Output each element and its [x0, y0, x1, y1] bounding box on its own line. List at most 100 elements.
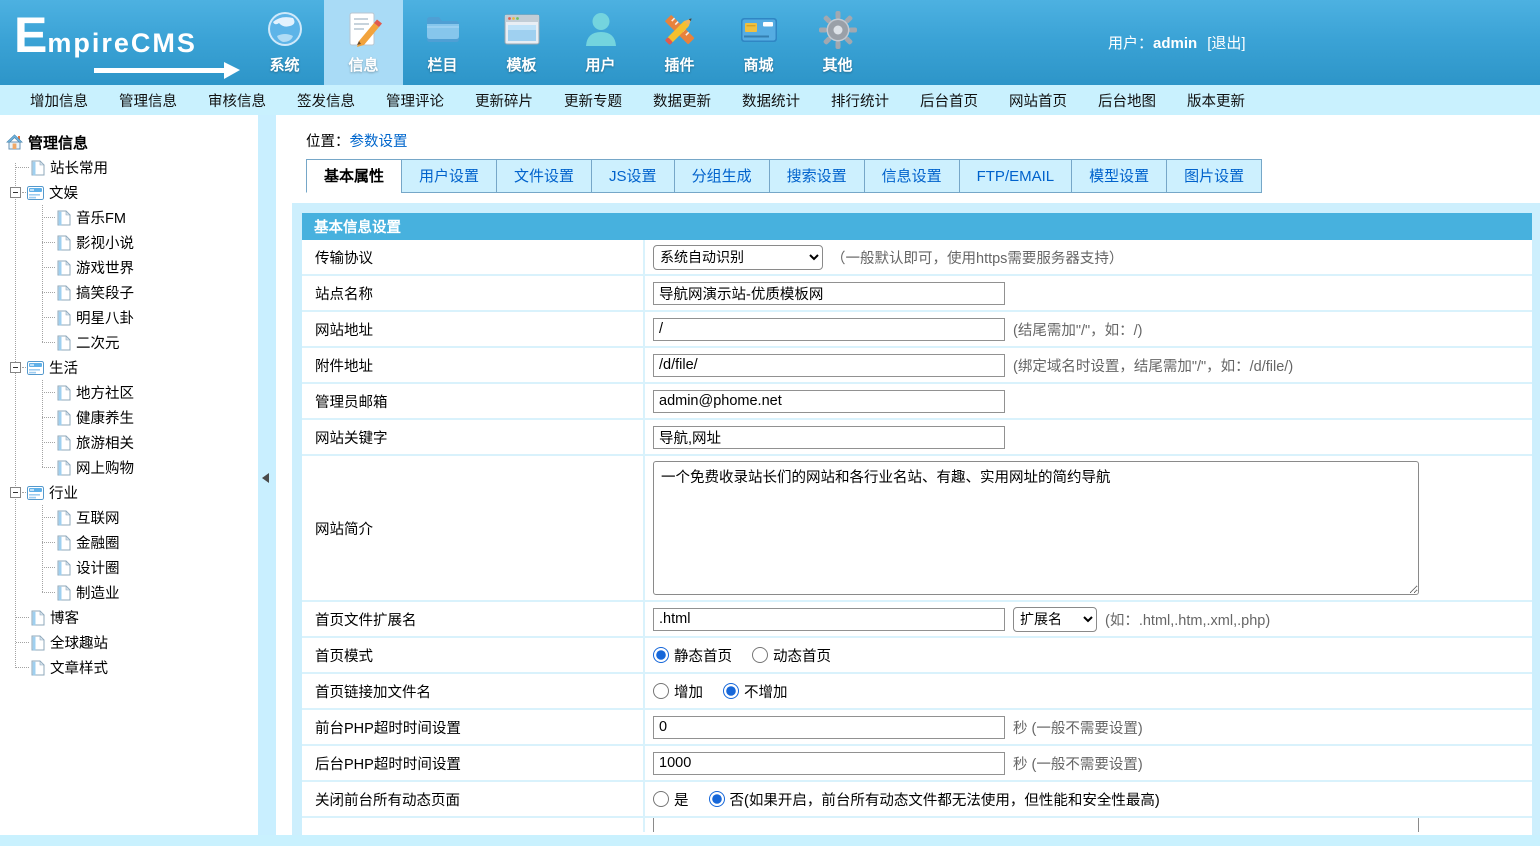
field-label: 站点名称 [302, 276, 645, 310]
tree-item[interactable]: 影视小说 [0, 230, 258, 255]
menu-item[interactable]: 后台首页 [920, 90, 978, 111]
menu-item[interactable]: 审核信息 [208, 90, 266, 111]
tab[interactable]: 用户设置 [401, 159, 497, 193]
sidebar-divider[interactable] [258, 115, 276, 835]
file-icon [57, 460, 71, 476]
sidebar-collapse-arrow-icon[interactable] [262, 473, 269, 483]
tree-item[interactable]: 生活 [0, 355, 258, 380]
menu-item[interactable]: 数据统计 [742, 90, 800, 111]
logout-link[interactable]: [退出] [1207, 35, 1245, 52]
top-nav-column[interactable]: 栏目 [403, 0, 482, 85]
menu-item[interactable]: 增加信息 [30, 90, 88, 111]
menu-item[interactable]: 版本更新 [1187, 90, 1245, 111]
close-dynamic-yes-option[interactable]: 是 [653, 789, 689, 810]
settings-form: 基本信息设置 传输协议 系统自动识别 （一般默认即可，使用https需要服务器支… [292, 203, 1540, 835]
tab[interactable]: 信息设置 [864, 159, 960, 193]
tab[interactable]: FTP/EMAIL [959, 159, 1073, 193]
index-mode-dynamic-radio[interactable] [752, 647, 768, 663]
top-nav-template[interactable]: 模板 [482, 0, 561, 85]
keywords-input[interactable] [653, 426, 1005, 449]
close-dynamic-yes-radio[interactable] [653, 791, 669, 807]
tab[interactable]: 文件设置 [496, 159, 592, 193]
tree-item[interactable]: 全球趣站 [0, 630, 258, 655]
tree-item[interactable]: 网上购物 [0, 455, 258, 480]
collapse-expander-icon[interactable] [10, 187, 21, 198]
tab[interactable]: 图片设置 [1166, 159, 1262, 193]
tree-item[interactable]: 音乐FM [0, 205, 258, 230]
field-label: 前台PHP超时时间设置 [302, 710, 645, 744]
menu-item[interactable]: 管理评论 [386, 90, 444, 111]
close-dynamic-no-option[interactable]: 否(如果开启，前台所有动态文件都无法使用，但性能和安全性最高) [709, 789, 1160, 810]
index-link-add-radio[interactable] [653, 683, 669, 699]
index-link-noadd-option[interactable]: 不增加 [723, 681, 788, 702]
tree-item[interactable]: 二次元 [0, 330, 258, 355]
index-link-noadd-radio[interactable] [723, 683, 739, 699]
menubar: 增加信息 管理信息 审核信息 签发信息 管理评论 更新碎片 更新专题 数据更新 数据统计 排行统计… [0, 85, 1540, 115]
index-ext-input[interactable] [653, 608, 1005, 631]
tab[interactable]: 分组生成 [674, 159, 770, 193]
protocol-select[interactable]: 系统自动识别 [653, 245, 823, 270]
tree-item[interactable]: 游戏世界 [0, 255, 258, 280]
attach-url-input[interactable] [653, 354, 1005, 377]
tab[interactable]: JS设置 [591, 159, 675, 193]
menu-item[interactable]: 签发信息 [297, 90, 355, 111]
index-link-add-option[interactable]: 增加 [653, 681, 703, 702]
top-nav-mall[interactable]: 商城 [719, 0, 798, 85]
menu-item[interactable]: 排行统计 [831, 90, 889, 111]
site-url-input[interactable] [653, 318, 1005, 341]
menu-item[interactable]: 管理信息 [119, 90, 177, 111]
file-icon [57, 285, 71, 301]
tree-item[interactable]: 旅游相关 [0, 430, 258, 455]
file-icon [57, 435, 71, 451]
empirecms-logo[interactable]: EmpireCMS [14, 6, 197, 64]
tree-item[interactable]: 制造业 [0, 580, 258, 605]
top-nav-user[interactable]: 用户 [561, 0, 640, 85]
tab[interactable]: 模型设置 [1071, 159, 1167, 193]
tree-item[interactable]: 博客 [0, 605, 258, 630]
collapse-expander-icon[interactable] [10, 487, 21, 498]
top-nav-info[interactable]: 信息 [324, 0, 403, 85]
tree-item-label: 文娱 [49, 182, 78, 203]
tree-item[interactable]: 互联网 [0, 505, 258, 530]
tree-item[interactable]: 地方社区 [0, 380, 258, 405]
tree-item[interactable]: 明星八卦 [0, 305, 258, 330]
back-timeout-input[interactable] [653, 752, 1005, 775]
menu-item[interactable]: 更新专题 [564, 90, 622, 111]
admin-email-input[interactable] [653, 390, 1005, 413]
index-mode-dynamic-option[interactable]: 动态首页 [752, 645, 831, 666]
top-nav-label: 栏目 [427, 54, 457, 75]
file-icon [57, 310, 71, 326]
top-nav-plugin[interactable]: 插件 [640, 0, 719, 85]
tree-root-manage-info[interactable]: 管理信息 [0, 129, 258, 155]
collapse-expander-icon[interactable] [10, 362, 21, 373]
close-dynamic-no-radio[interactable] [709, 791, 725, 807]
section-header: 基本信息设置 [302, 213, 1532, 240]
menu-item[interactable]: 网站首页 [1009, 90, 1067, 111]
front-timeout-input[interactable] [653, 716, 1005, 739]
file-icon [57, 385, 71, 401]
field-label: 管理员邮箱 [302, 384, 645, 418]
tree-item[interactable]: 文娱 [0, 180, 258, 205]
menu-item[interactable]: 更新碎片 [475, 90, 533, 111]
tree-item[interactable]: 金融圈 [0, 530, 258, 555]
tree-item[interactable]: 站长常用 [0, 155, 258, 180]
menu-item[interactable]: 数据更新 [653, 90, 711, 111]
menu-item[interactable]: 后台地图 [1098, 90, 1156, 111]
tree-item[interactable]: 文章样式 [0, 655, 258, 680]
top-nav-label: 系统 [269, 54, 299, 75]
tree-item[interactable]: 搞笑段子 [0, 280, 258, 305]
top-nav-other[interactable]: 其他 [798, 0, 877, 85]
index-mode-static-radio[interactable] [653, 647, 669, 663]
form-row-keywords: 网站关键字 [302, 420, 1532, 456]
tree-item[interactable]: 设计圈 [0, 555, 258, 580]
tab[interactable]: 搜索设置 [769, 159, 865, 193]
index-mode-static-option[interactable]: 静态首页 [653, 645, 732, 666]
top-nav-system[interactable]: 系统 [245, 0, 324, 85]
tree-item[interactable]: 行业 [0, 480, 258, 505]
site-intro-textarea[interactable]: 一个免费收录站长们的网站和各行业名站、有趣、实用网址的简约导航 [653, 461, 1419, 595]
breadcrumb-link[interactable]: 参数设置 [350, 134, 408, 150]
tree-item[interactable]: 健康养生 [0, 405, 258, 430]
site-name-input[interactable] [653, 282, 1005, 305]
tab[interactable]: 基本属性 [306, 159, 402, 193]
ext-preset-select[interactable]: 扩展名 [1013, 607, 1097, 632]
